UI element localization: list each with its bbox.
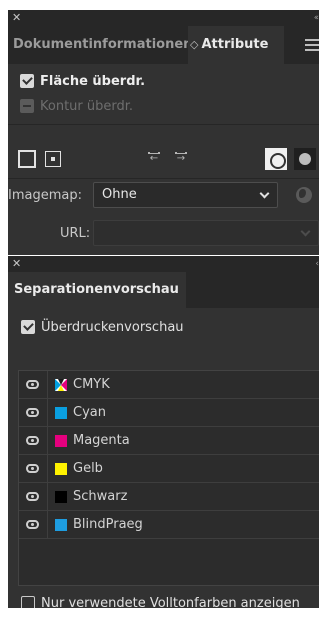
overprint-preview-label: Überdruckenvorschau: [41, 319, 184, 335]
color-swatch: [55, 435, 67, 447]
collapse-icon[interactable]: ‹: [315, 257, 318, 271]
list-item[interactable]: CMYK: [19, 371, 319, 399]
reverse-direction-right-icon[interactable]: →: [171, 150, 191, 168]
plate-name: Schwarz: [73, 489, 128, 504]
close-icon[interactable]: ✕: [12, 257, 21, 271]
chevron-down-icon: [259, 188, 270, 199]
divider: [47, 455, 48, 483]
reverse-direction-left-icon[interactable]: ←: [144, 150, 164, 168]
divider: [47, 483, 48, 511]
plate-name: BlindPraeg: [73, 517, 143, 532]
divider: [8, 124, 319, 125]
tab-strip: Dokumentinformationen ◇ Attribute: [8, 26, 319, 64]
eye-icon[interactable]: [26, 464, 39, 473]
url-field: [93, 220, 319, 246]
eye-icon[interactable]: [26, 520, 39, 529]
overprint-stroke-label: Kontur überdr.: [40, 98, 134, 114]
tab-separationenvorschau[interactable]: Separationenvorschau: [8, 272, 186, 308]
panel-titlebar[interactable]: ✕ ‹: [8, 256, 319, 272]
checkbox-checked-icon: [20, 74, 34, 88]
list-item[interactable]: Magenta: [19, 427, 319, 455]
spot-colors-only-label: Nur verwendete Volltonfarben anzeigen: [41, 595, 300, 609]
separations-list[interactable]: CMYK Cyan Magenta Gelb Schwarz BlindPrae…: [18, 370, 319, 586]
plate-name: CMYK: [73, 377, 110, 392]
color-swatch: [55, 519, 67, 531]
eye-icon[interactable]: [26, 408, 39, 417]
globe-icon[interactable]: [296, 187, 312, 203]
nonzero-winding-icon[interactable]: [265, 148, 287, 170]
divider: [47, 399, 48, 427]
color-swatch: [55, 491, 67, 503]
spot-colors-only-checkbox[interactable]: Nur verwendete Volltonfarben anzeigen: [21, 594, 300, 608]
imagemap-value: Ohne: [102, 187, 137, 202]
center-point-icon[interactable]: [45, 151, 61, 167]
plate-name: Magenta: [73, 433, 130, 448]
imagemap-select[interactable]: Ohne: [93, 182, 278, 208]
color-swatch: [55, 407, 67, 419]
tab-attribute[interactable]: ◇ Attribute: [188, 26, 284, 64]
list-item[interactable]: BlindPraeg: [19, 511, 319, 539]
plate-name: Gelb: [73, 461, 103, 476]
overprint-fill-label: Fläche überdr.: [40, 73, 146, 89]
overprint-fill-checkbox[interactable]: Fläche überdr.: [20, 72, 145, 90]
divider: [47, 511, 48, 539]
tab-label: Separationenvorschau: [14, 282, 179, 297]
tab-strip: Separationenvorschau: [8, 272, 319, 308]
eye-icon[interactable]: [26, 492, 39, 501]
evenodd-fill-icon[interactable]: [294, 148, 316, 170]
separation-preview-panel: ✕ ‹ Separationenvorschau Überdruckenvors…: [8, 256, 319, 608]
eye-icon[interactable]: [26, 436, 39, 445]
close-icon[interactable]: ✕: [12, 11, 21, 25]
plate-name: Cyan: [73, 405, 106, 420]
url-label: URL:: [60, 226, 91, 241]
panel-titlebar[interactable]: ✕ ‹‹: [8, 10, 319, 26]
checkbox-checked-icon: [21, 320, 35, 334]
color-swatch: [55, 463, 67, 475]
divider: [47, 427, 48, 455]
cmyk-swatch-icon: [55, 379, 67, 391]
list-item[interactable]: Gelb: [19, 455, 319, 483]
overprint-stroke-checkbox: Kontur überdr.: [20, 97, 133, 115]
divider: [8, 178, 319, 179]
imagemap-label: Imagemap:: [8, 188, 82, 203]
checkbox-disabled-icon: [20, 99, 34, 113]
tab-label: Attribute: [201, 37, 269, 52]
square-icon[interactable]: [18, 150, 36, 168]
list-item[interactable]: Cyan: [19, 399, 319, 427]
list-item[interactable]: Schwarz: [19, 483, 319, 511]
tab-dokumentinformationen[interactable]: Dokumentinformationen: [12, 26, 190, 64]
eye-icon[interactable]: [26, 380, 39, 389]
overprint-preview-checkbox[interactable]: Überdruckenvorschau: [21, 318, 184, 336]
tab-grip-icon: ◇: [190, 38, 199, 51]
chevron-down-icon: [300, 226, 311, 237]
hamburger-menu-icon[interactable]: [305, 36, 319, 54]
divider: [47, 371, 48, 399]
tab-label: Dokumentinformationen: [13, 37, 190, 52]
attribute-panel: ✕ ‹‹ Dokumentinformationen ◇ Attribute Fl…: [8, 10, 319, 255]
collapse-icon[interactable]: ‹‹: [314, 11, 319, 25]
checkbox-unchecked-icon: [21, 596, 35, 608]
